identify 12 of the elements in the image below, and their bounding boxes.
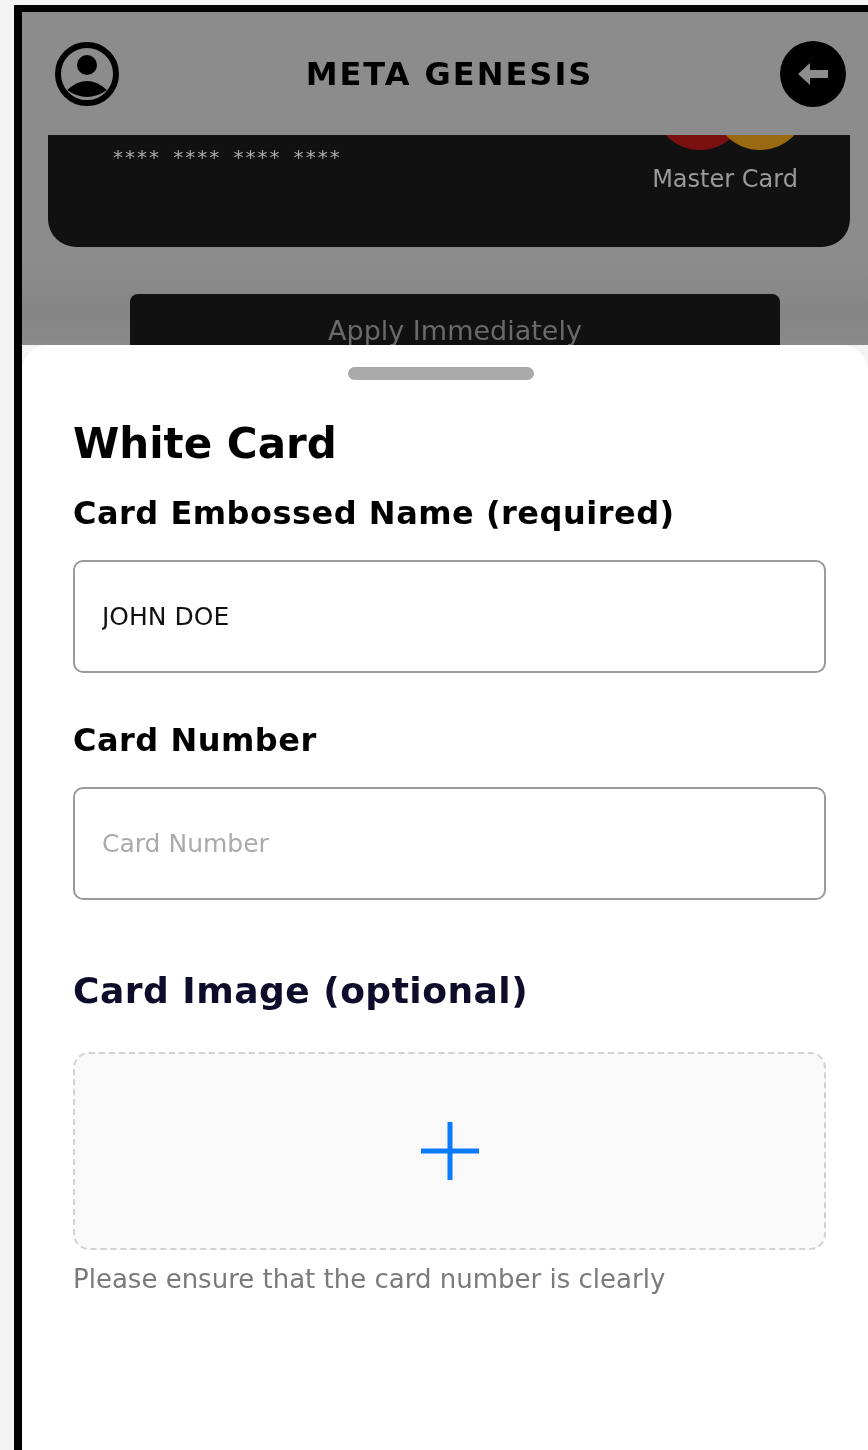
drag-handle[interactable] <box>347 367 534 380</box>
card-number-mask: **** **** **** **** <box>112 144 341 171</box>
card-brand-name: Master Card <box>652 165 798 193</box>
field-label: Card Image (optional) <box>73 969 530 1013</box>
user-avatar-icon[interactable] <box>55 41 119 106</box>
field-label: Card Number <box>73 720 318 761</box>
plus-icon <box>420 1122 479 1180</box>
input-field[interactable]: Card Number <box>73 787 826 900</box>
hint-text: Please ensure that the card number is clearly <box>73 1264 667 1294</box>
field-label: Card Embossed Name (required) <box>73 493 676 534</box>
sheet-title: White Card <box>73 418 338 470</box>
app-title: META GENESIS <box>305 54 594 93</box>
